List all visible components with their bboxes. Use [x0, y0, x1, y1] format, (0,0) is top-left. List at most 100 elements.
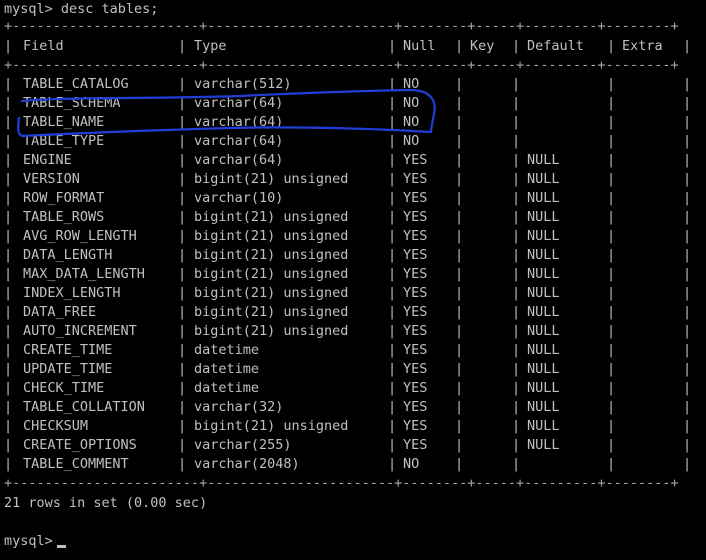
column-divider: | — [4, 209, 13, 225]
column-divider: | — [178, 95, 187, 111]
column-divider: | — [178, 456, 187, 472]
column-divider: | — [683, 456, 692, 472]
cell-default: NULL — [527, 380, 560, 396]
cell-field: CHECKSUM — [23, 418, 89, 434]
column-divider: | — [683, 437, 692, 453]
column-divider: | — [512, 95, 521, 111]
column-divider: | — [455, 95, 464, 111]
table-row: | | | | | | | MAX_DATA_LENGTH bigint(21) unsigne… — [0, 265, 706, 284]
cell-null: YES — [403, 342, 428, 358]
column-divider: | — [178, 361, 187, 377]
column-divider: | — [455, 171, 464, 187]
column-divider: | — [178, 399, 187, 415]
column-divider: | — [607, 342, 616, 358]
cell-field: TABLE_ROWS — [23, 209, 105, 225]
column-divider: | — [388, 437, 397, 453]
column-divider: | — [455, 114, 464, 130]
column-divider: | — [4, 361, 13, 377]
cell-type: bigint(21) unsigned — [194, 418, 349, 434]
column-divider: | — [512, 437, 521, 453]
column-divider: | — [512, 190, 521, 206]
cell-null: YES — [403, 361, 428, 377]
cell-type: varchar(64) — [194, 152, 284, 168]
column-divider: | — [4, 285, 13, 301]
column-divider: | — [512, 266, 521, 282]
column-divider: | — [512, 304, 521, 320]
cell-type: varchar(64) — [194, 114, 284, 130]
column-divider: | — [4, 399, 13, 415]
cell-type: datetime — [194, 380, 260, 396]
table-row: | | | | | | | DATA_FREE bigint(21) unsigned YES NU… — [0, 303, 706, 322]
cell-field: CREATE_OPTIONS — [23, 437, 137, 453]
cell-null: YES — [403, 437, 428, 453]
column-divider: | — [512, 399, 521, 415]
table-row: | | | | | | | CHECK_TIME datetime YES NULL — [0, 379, 706, 398]
column-divider: | — [607, 133, 616, 149]
column-divider: | — [178, 171, 187, 187]
column-divider: | — [388, 114, 397, 130]
column-divider: | — [455, 266, 464, 282]
cell-field: TABLE_CATALOG — [23, 76, 129, 92]
cell-null: YES — [403, 247, 428, 263]
text-cursor — [56, 545, 66, 548]
cell-null: YES — [403, 228, 428, 244]
table-row: | | | | | | | TABLE_COMMENT varchar(2048) NO — [0, 455, 706, 474]
table-border-header: +-----------------------+---------------… — [4, 57, 679, 73]
column-divider: | — [683, 133, 692, 149]
column-divider: | — [607, 323, 616, 339]
cell-type: varchar(64) — [194, 133, 284, 149]
header-key: Key — [470, 38, 495, 54]
result-summary: 21 rows in set (0.00 sec) — [4, 495, 208, 511]
column-divider: | — [512, 361, 521, 377]
column-divider: | — [4, 228, 13, 244]
cell-null: NO — [403, 114, 420, 130]
column-divider: | — [607, 437, 616, 453]
column-divider: | — [683, 266, 692, 282]
cell-default: NULL — [527, 228, 560, 244]
column-divider: | — [388, 361, 397, 377]
table-row: | | | | | | | CHECKSUM bigint(21) unsigned YES NUL… — [0, 417, 706, 436]
column-divider: | — [4, 266, 13, 282]
table-row: | | | | | | | CREATE_OPTIONS varchar(255) YES NULL — [0, 436, 706, 455]
column-divider: | — [178, 342, 187, 358]
column-divider: | — [4, 456, 13, 472]
column-divider: | — [4, 247, 13, 263]
cell-type: bigint(21) unsigned — [194, 285, 349, 301]
cell-null: YES — [403, 418, 428, 434]
cell-default: NULL — [527, 399, 560, 415]
cell-type: varchar(32) — [194, 399, 284, 415]
table-row: | | | | | | | TABLE_COLLATION varchar(32) YES NULL — [0, 398, 706, 417]
column-divider: | — [683, 76, 692, 92]
column-divider: | — [4, 323, 13, 339]
cell-type: datetime — [194, 361, 260, 377]
column-divider: | — [388, 418, 397, 434]
cell-null: YES — [403, 190, 428, 206]
cell-type: bigint(21) unsigned — [194, 228, 349, 244]
column-divider: | — [683, 247, 692, 263]
cell-field: ROW_FORMAT — [23, 190, 105, 206]
column-divider: | — [683, 380, 692, 396]
column-divider: | — [512, 38, 521, 54]
column-divider: | — [455, 152, 464, 168]
cell-type: bigint(21) unsigned — [194, 323, 349, 339]
table-row: | | | | | | | AUTO_INCREMENT bigint(21) unsigned… — [0, 322, 706, 341]
prompt-line[interactable]: mysql> — [4, 532, 66, 551]
column-divider: | — [607, 361, 616, 377]
column-divider: | — [388, 342, 397, 358]
column-divider: | — [4, 437, 13, 453]
column-divider: | — [607, 380, 616, 396]
cell-default: NULL — [527, 437, 560, 453]
column-divider: | — [512, 380, 521, 396]
cell-field: MAX_DATA_LENGTH — [23, 266, 145, 282]
header-default: Default — [527, 38, 584, 54]
column-divider: | — [388, 171, 397, 187]
table-border-top: +-----------------------+---------------… — [4, 18, 679, 34]
cell-field: CREATE_TIME — [23, 342, 113, 358]
column-divider: | — [178, 76, 187, 92]
column-divider: | — [607, 266, 616, 282]
column-divider: | — [607, 228, 616, 244]
cell-type: varchar(2048) — [194, 456, 300, 472]
prompt-text: mysql> — [4, 533, 53, 549]
cell-default: NULL — [527, 418, 560, 434]
column-divider: | — [388, 323, 397, 339]
